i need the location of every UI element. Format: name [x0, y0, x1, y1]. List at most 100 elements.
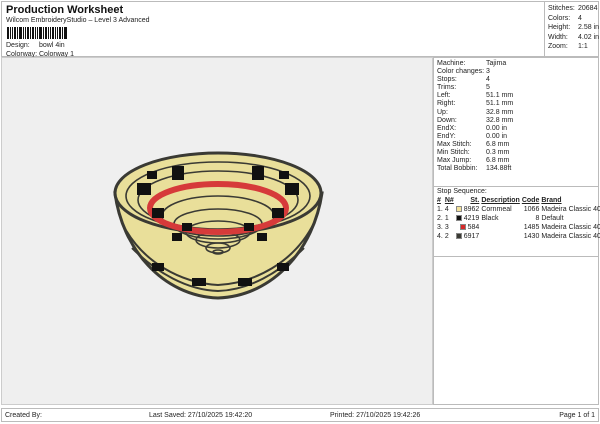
stats-value: 1:1 [578, 43, 588, 50]
props-row: Trims: 5 [437, 84, 598, 92]
column-header: Brand [541, 197, 562, 204]
props-label: EndY: [437, 132, 456, 140]
props-row: Up: 32.8 mm [437, 109, 598, 117]
props-label: Total Bobbin: [437, 165, 478, 173]
stats-label: Zoom: [548, 43, 568, 50]
props-label: Right: [437, 100, 456, 108]
props-value: 5 [486, 84, 490, 92]
stats-value: 2.58 in [578, 24, 600, 31]
props-label: Max Stitch: [437, 140, 472, 148]
thread-brand: Madeira Classic 40 [541, 206, 600, 213]
stats-label: Colors: [548, 14, 571, 22]
description [481, 223, 522, 232]
page-title: Production Worksheet [6, 4, 124, 16]
stitch-count: 4219 [455, 214, 482, 223]
stitch-count-value: 8962 [463, 206, 480, 213]
props-label: Stops: [437, 76, 457, 84]
props-row: Stops: 4 [437, 76, 598, 84]
row-number: 2. [437, 215, 443, 222]
stop-sequence-table: # N# St. Description Code Brand 1. 4 8962 Corn… [437, 196, 600, 241]
stats-row: Height: 2.58 in [548, 23, 600, 33]
footer: Created By: Last Saved: 27/10/2025 19:42… [1, 408, 599, 422]
stop-sequence-label: Stop Sequence: [437, 188, 487, 195]
color-swatch [455, 215, 462, 222]
props-row: Max Jump: 6.8 mm [437, 157, 598, 165]
props-row: Max Stitch: 6.8 mm [437, 141, 598, 149]
props-label: Up: [437, 108, 448, 116]
props-value: 0.00 in [486, 132, 508, 140]
stats-label: Stitches: [548, 5, 575, 12]
thread-brand: Madeira Classic 40 [541, 224, 600, 231]
props-label: Left: [437, 92, 451, 100]
thread-brand: Default [541, 215, 564, 222]
props-label: Color changes: [437, 68, 485, 76]
props-row: Left: 51.1 mm [437, 92, 598, 100]
description [481, 232, 522, 241]
stats-value: 20684 [578, 5, 598, 12]
column-header: N# [444, 197, 454, 204]
design-preview [1, 57, 433, 405]
props-value: 51.1 mm [486, 100, 514, 108]
stitch-count: 584 [456, 223, 482, 232]
props-row: Color changes: 3 [437, 68, 598, 76]
row-number: 4. [437, 233, 443, 240]
props-value: 32.8 mm [486, 116, 514, 124]
column-header: # [437, 197, 441, 204]
thread-code: 1066 [523, 206, 540, 213]
props-row: Right: 51.1 mm [437, 100, 598, 108]
needle-number: 4 [444, 206, 449, 213]
stats-value: 4 [578, 14, 582, 22]
design-info-panel: Machine: Tajima Color changes: 3 Stops: 4 Trim… [433, 57, 600, 405]
props-label: Max Jump: [437, 157, 472, 165]
props-row: Min Stitch: 0.3 mm [437, 149, 598, 157]
stats-row: Zoom: 1:1 [548, 42, 598, 52]
design-row: Design: bowl 4in [6, 42, 65, 49]
props-value: 4 [486, 76, 490, 84]
props-row: Total Bobbin: 134.88ft [437, 165, 598, 173]
table-row: 4. 2 6917 1430 Madeira Classic 40 [437, 232, 600, 241]
props-value: 51.1 mm [486, 92, 514, 100]
thread-code: 8 [535, 215, 540, 222]
props-row: Down: 32.8 mm [437, 117, 598, 125]
description: Cornmeal [481, 206, 512, 213]
color-swatch [455, 206, 462, 213]
column-header: St. [470, 197, 480, 204]
color-swatch [459, 224, 466, 231]
row-number: 1. [437, 206, 443, 213]
stats-value: 4.02 in [578, 33, 600, 41]
table-row: 2. 1 4219 Black 8 Default [437, 214, 600, 223]
worksheet-header: Production Worksheet Wilcom EmbroiderySt… [1, 1, 545, 58]
props-label: Min Stitch: [437, 149, 470, 157]
stats-row: Colors: 4 [548, 14, 598, 24]
stats-row: Width: 4.02 in [548, 33, 600, 43]
thread-code: 1430 [523, 233, 540, 240]
stitch-count: 8962 [455, 205, 482, 214]
column-header: Description [481, 197, 520, 204]
props-value: 0.00 in [486, 124, 508, 132]
props-label: Machine: [437, 60, 466, 67]
table-row: 3. 3 584 1485 Madeira Classic 40 [437, 223, 600, 232]
machine-properties: Machine: Tajima Color changes: 3 Stops: 4 Trim… [434, 58, 598, 187]
needle-number: 1 [444, 215, 449, 222]
stitch-count: 6917 [455, 232, 482, 241]
table-row: 1. 4 8962 Cornmeal 1066 Madeira Classic … [437, 205, 600, 214]
thread-code: 1485 [523, 224, 540, 231]
description: Black [481, 215, 499, 222]
props-label: EndX: [437, 124, 457, 132]
props-value: 6.8 mm [486, 157, 510, 165]
props-value: 134.88ft [486, 165, 512, 173]
bowl-embroidery-image [113, 151, 324, 300]
row-number: 3. [437, 224, 443, 231]
barcode [7, 27, 79, 39]
printed-date: Printed: 27/10/2025 19:42:26 [330, 412, 421, 419]
stitch-count-value: 4219 [463, 215, 480, 222]
needle-number: 2 [444, 233, 449, 240]
needle-number: 3 [444, 224, 449, 231]
stats-label: Height: [548, 24, 571, 31]
stitch-count-value: 584 [467, 224, 480, 231]
stats-row: Stitches: 20684 [548, 4, 598, 14]
props-row: EndY: 0.00 in [437, 133, 598, 141]
column-header: Code [521, 197, 540, 204]
props-row: Machine: Tajima [437, 60, 598, 68]
props-label: Down: [437, 116, 457, 124]
